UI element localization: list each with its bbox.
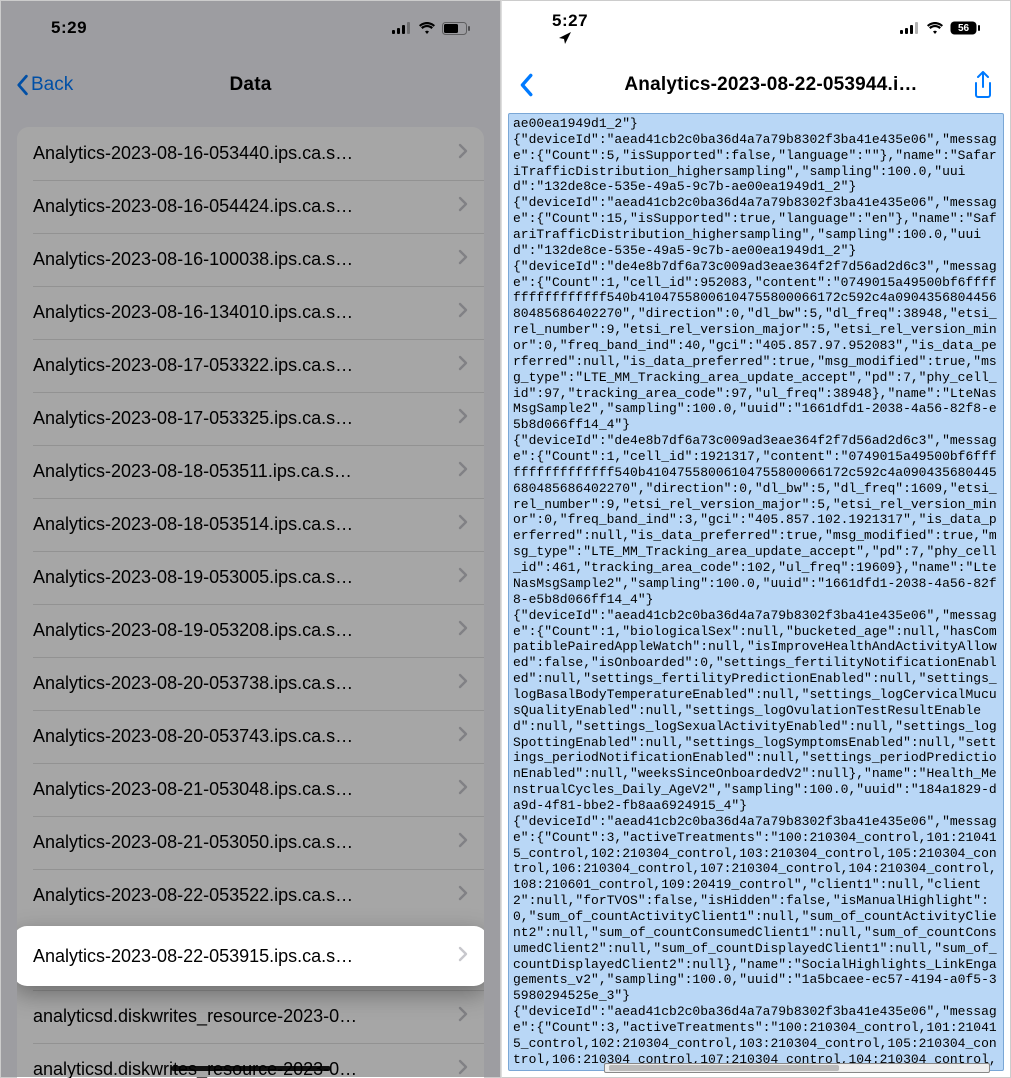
status-time: 5:27: [552, 11, 588, 45]
file-row-label: Analytics-2023-08-19-053005.ips.ca.s…: [33, 567, 450, 588]
file-row[interactable]: Analytics-2023-08-22-053915.ips.ca.s…: [17, 926, 484, 986]
file-row-label: Analytics-2023-08-17-053325.ips.ca.s…: [33, 408, 450, 429]
file-row-label: analyticsd.diskwrites_resource-2023-0…: [33, 1006, 450, 1027]
file-list[interactable]: Analytics-2023-08-16-053440.ips.ca.s… Ana…: [1, 115, 500, 1078]
battery-icon: 56: [950, 21, 980, 35]
right-screenshot: 5:27 56 Analytics-2023-08-22-053944.i… a: [501, 0, 1011, 1078]
status-time-text: 5:27: [552, 11, 588, 30]
chevron-right-icon: [458, 143, 468, 164]
file-row[interactable]: Analytics-2023-08-18-053511.ips.ca.s…: [17, 445, 484, 498]
chevron-right-icon: [458, 249, 468, 270]
file-row[interactable]: Analytics-2023-08-16-053440.ips.ca.s…: [17, 127, 484, 180]
status-bar: 5:27 56: [502, 1, 1010, 55]
chevron-right-icon: [458, 946, 468, 967]
file-row-label: Analytics-2023-08-16-054424.ips.ca.s…: [33, 196, 450, 217]
file-row-label: Analytics-2023-08-22-053522.ips.ca.s…: [33, 885, 450, 906]
file-row-label: Analytics-2023-08-20-053743.ips.ca.s…: [33, 726, 450, 747]
chevron-right-icon: [458, 302, 468, 323]
back-label: Back: [31, 74, 73, 96]
battery-icon: [442, 22, 470, 35]
file-row[interactable]: Analytics-2023-08-18-053514.ips.ca.s…: [17, 498, 484, 551]
horizontal-scrollbar[interactable]: [604, 1063, 990, 1073]
file-row-label: Analytics-2023-08-16-053440.ips.ca.s…: [33, 143, 450, 164]
status-bar: 5:29: [1, 1, 500, 55]
nav-bar: Back Data: [1, 55, 500, 115]
file-row[interactable]: Analytics-2023-08-16-054424.ips.ca.s…: [17, 180, 484, 233]
file-row-label: Analytics-2023-08-16-100038.ips.ca.s…: [33, 249, 450, 270]
chevron-right-icon: [458, 832, 468, 853]
file-row[interactable]: Analytics-2023-08-19-053208.ips.ca.s…: [17, 604, 484, 657]
file-row[interactable]: Analytics-2023-08-20-053738.ips.ca.s…: [17, 657, 484, 710]
analytics-log-text[interactable]: ae00ea1949d1_2"} {"deviceId":"aead41cb2c…: [508, 113, 1004, 1071]
wifi-icon: [418, 22, 436, 35]
cellular-signal-icon: [392, 22, 412, 34]
file-row[interactable]: Analytics-2023-08-21-053050.ips.ca.s…: [17, 816, 484, 869]
file-row-label: Analytics-2023-08-22-053915.ips.ca.s…: [33, 946, 450, 967]
file-row[interactable]: Analytics-2023-08-17-053325.ips.ca.s…: [17, 392, 484, 445]
battery-percent-label: 56: [950, 21, 977, 35]
chevron-right-icon: [458, 673, 468, 694]
chevron-left-icon: [518, 73, 534, 97]
file-row[interactable]: Analytics-2023-08-17-053322.ips.ca.s…: [17, 339, 484, 392]
location-arrow-icon: [558, 31, 572, 45]
file-row[interactable]: Analytics-2023-08-16-134010.ips.ca.s…: [17, 286, 484, 339]
file-row[interactable]: analyticsd.diskwrites_resource-2023-0…: [17, 1043, 484, 1078]
file-row-label: Analytics-2023-08-16-134010.ips.ca.s…: [33, 302, 450, 323]
chevron-right-icon: [458, 567, 468, 588]
chevron-right-icon: [458, 620, 468, 641]
page-title: Analytics-2023-08-22-053944.i…: [624, 74, 917, 96]
chevron-right-icon: [458, 779, 468, 800]
file-row-label: Analytics-2023-08-21-053048.ips.ca.s…: [33, 779, 450, 800]
chevron-right-icon: [458, 355, 468, 376]
file-row[interactable]: Analytics-2023-08-16-100038.ips.ca.s…: [17, 233, 484, 286]
file-row-label: Analytics-2023-08-21-053050.ips.ca.s…: [33, 832, 450, 853]
status-time: 5:29: [51, 18, 87, 38]
file-row[interactable]: Analytics-2023-08-21-053048.ips.ca.s…: [17, 763, 484, 816]
chevron-right-icon: [458, 514, 468, 535]
chevron-right-icon: [458, 196, 468, 217]
file-row-label: Analytics-2023-08-19-053208.ips.ca.s…: [33, 620, 450, 641]
back-button[interactable]: Back: [9, 55, 79, 115]
share-icon: [972, 71, 994, 99]
file-row[interactable]: Analytics-2023-08-22-053522.ips.ca.s…: [17, 869, 484, 922]
chevron-right-icon: [458, 726, 468, 747]
page-title: Data: [230, 74, 272, 96]
scrollbar-thumb[interactable]: [609, 1065, 840, 1071]
back-button[interactable]: [512, 55, 540, 115]
file-row[interactable]: Analytics-2023-08-19-053005.ips.ca.s…: [17, 551, 484, 604]
file-row-label: Analytics-2023-08-18-053514.ips.ca.s…: [33, 514, 450, 535]
left-screenshot: 5:29 Back Data Analytics-2023-08-16-0534…: [0, 0, 501, 1078]
chevron-right-icon: [458, 461, 468, 482]
chevron-right-icon: [458, 1059, 468, 1078]
share-button[interactable]: [972, 55, 994, 115]
wifi-icon: [926, 22, 944, 35]
file-row[interactable]: Analytics-2023-08-20-053743.ips.ca.s…: [17, 710, 484, 763]
home-indicator[interactable]: [171, 1066, 331, 1071]
chevron-right-icon: [458, 1006, 468, 1027]
file-row-label: Analytics-2023-08-17-053322.ips.ca.s…: [33, 355, 450, 376]
chevron-right-icon: [458, 408, 468, 429]
chevron-right-icon: [458, 885, 468, 906]
file-row-label: Analytics-2023-08-18-053511.ips.ca.s…: [33, 461, 450, 482]
cellular-signal-icon: [900, 22, 920, 34]
chevron-left-icon: [15, 74, 29, 96]
file-row-label: Analytics-2023-08-20-053738.ips.ca.s…: [33, 673, 450, 694]
nav-bar: Analytics-2023-08-22-053944.i…: [502, 55, 1010, 115]
file-row[interactable]: analyticsd.diskwrites_resource-2023-0…: [17, 990, 484, 1043]
